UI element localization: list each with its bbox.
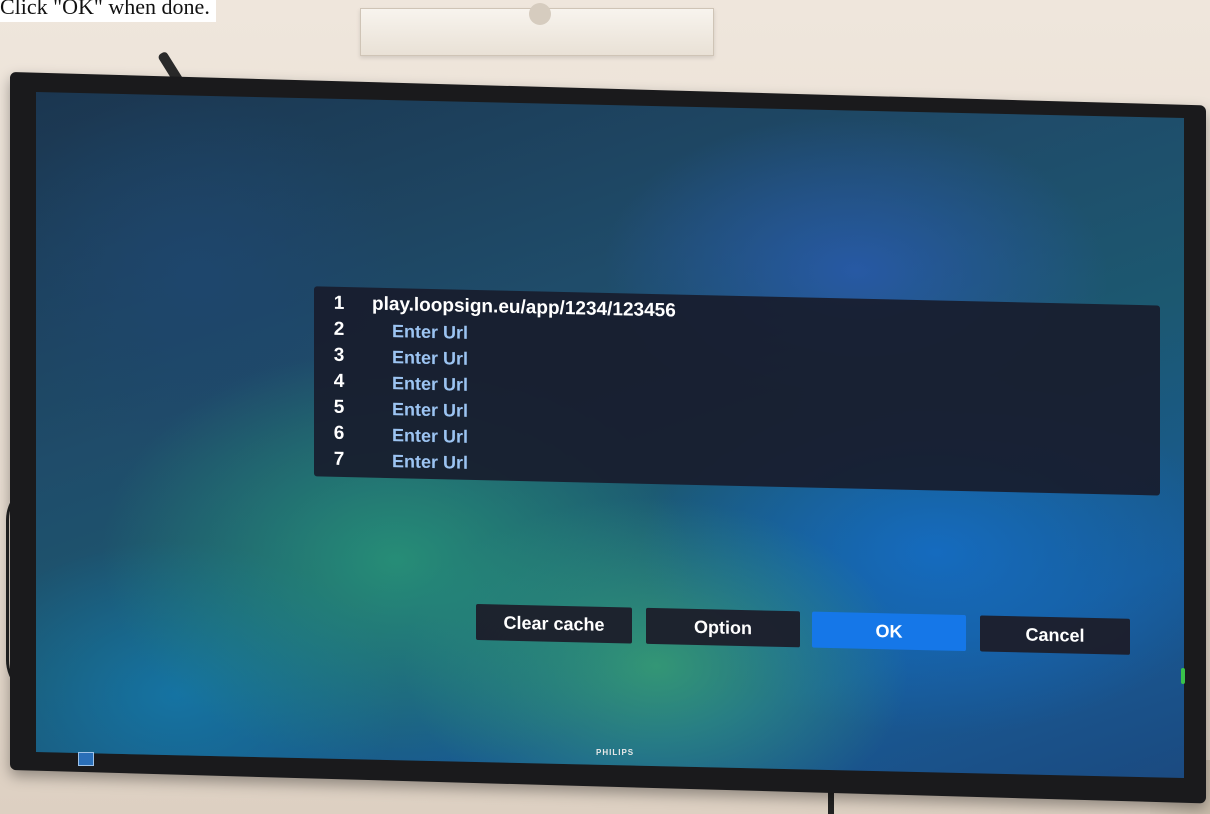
ok-button[interactable]: OK bbox=[812, 611, 966, 652]
wall-knob bbox=[529, 3, 551, 25]
clear-cache-button[interactable]: Clear cache bbox=[476, 603, 632, 644]
url-row-number: 1 bbox=[333, 292, 345, 314]
instruction-caption: Click "OK" when done. bbox=[0, 0, 216, 22]
url-input[interactable]: Enter Url bbox=[392, 347, 468, 370]
option-button[interactable]: Option bbox=[646, 607, 800, 648]
url-row-number: 6 bbox=[333, 422, 345, 444]
url-input[interactable]: Enter Url bbox=[392, 425, 468, 448]
url-input[interactable]: Enter Url bbox=[392, 321, 468, 344]
monitor-brand-logo: PHILIPS bbox=[596, 748, 635, 757]
power-led-icon bbox=[1181, 668, 1185, 684]
energy-star-icon bbox=[78, 752, 94, 766]
url-input[interactable]: Enter Url bbox=[392, 373, 468, 396]
url-row-number: 3 bbox=[333, 344, 345, 366]
photo-frame: Click "OK" when done. 1 play.loopsign.eu… bbox=[0, 0, 1210, 814]
url-row-number: 7 bbox=[333, 448, 345, 470]
wall-plate bbox=[360, 3, 714, 56]
url-row-number: 2 bbox=[333, 318, 345, 340]
monitor-screen: 1 play.loopsign.eu/app/1234/123456 2 Ent… bbox=[36, 92, 1184, 779]
url-input[interactable]: Enter Url bbox=[392, 451, 468, 474]
url-list-panel: 1 play.loopsign.eu/app/1234/123456 2 Ent… bbox=[314, 286, 1160, 496]
url-row-number: 5 bbox=[333, 396, 345, 418]
cancel-button[interactable]: Cancel bbox=[980, 615, 1130, 655]
url-row-number: 4 bbox=[333, 370, 345, 392]
url-input[interactable]: Enter Url bbox=[392, 399, 468, 422]
